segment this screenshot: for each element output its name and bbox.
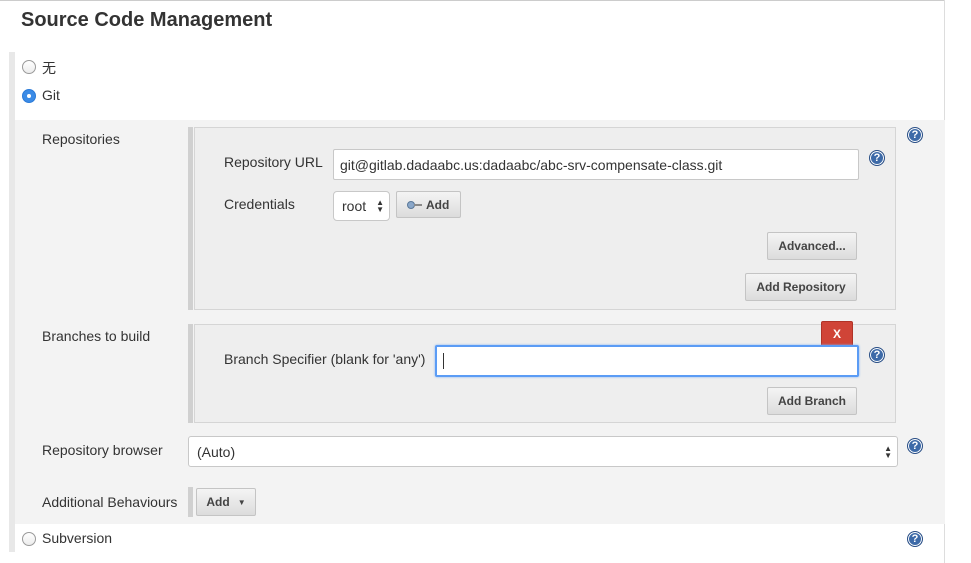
section-title: Source Code Management xyxy=(21,9,273,31)
select-arrows-icon: ▲ ▼ xyxy=(884,443,892,460)
chevron-down-icon: ▼ xyxy=(237,497,246,507)
scm-none-radio[interactable] xyxy=(22,60,36,74)
add-branch-button[interactable]: Add Branch xyxy=(767,387,857,415)
repository-url-input[interactable]: git@gitlab.dadaabc.us:dadaabc/abc-srv-co… xyxy=(333,149,859,180)
help-icon[interactable]: ? xyxy=(907,438,923,454)
scm-subversion-radio[interactable] xyxy=(22,532,36,546)
help-icon[interactable]: ? xyxy=(907,127,923,143)
help-icon[interactable]: ? xyxy=(869,150,885,166)
help-icon[interactable]: ? xyxy=(907,531,923,547)
add-repository-label: Add Repository xyxy=(756,280,846,294)
credentials-select-value: root xyxy=(342,198,367,214)
advanced-button[interactable]: Advanced... xyxy=(767,232,857,260)
behaviours-bar xyxy=(188,487,193,517)
key-icon xyxy=(407,200,422,209)
add-behaviour-label: Add xyxy=(206,495,230,509)
scm-git-radio[interactable] xyxy=(22,89,36,103)
delete-branch-label: X xyxy=(832,327,841,341)
repository-browser-label: Repository browser xyxy=(42,442,163,458)
delete-branch-button[interactable]: X xyxy=(821,321,853,347)
credentials-select[interactable]: root ▲ ▼ xyxy=(333,191,390,221)
repositories-label: Repositories xyxy=(42,131,120,147)
add-behaviour-button[interactable]: Add ▼ xyxy=(196,488,256,516)
branch-specifier-input[interactable] xyxy=(435,345,859,377)
scm-subversion-label[interactable]: Subversion xyxy=(42,530,112,546)
additional-behaviours-label: Additional Behaviours xyxy=(42,494,178,510)
add-credentials-label: Add xyxy=(426,197,450,212)
scm-none-label[interactable]: 无 xyxy=(42,58,56,78)
select-arrows-icon: ▲ ▼ xyxy=(376,198,384,214)
top-divider xyxy=(0,0,945,3)
credentials-label: Credentials xyxy=(224,196,295,212)
scm-git-label[interactable]: Git xyxy=(42,87,60,103)
text-caret xyxy=(443,353,444,369)
help-icon[interactable]: ? xyxy=(869,347,885,363)
add-repository-button[interactable]: Add Repository xyxy=(745,273,857,301)
repository-url-label: Repository URL xyxy=(224,154,323,170)
add-credentials-button[interactable]: Add xyxy=(396,191,461,218)
branches-box-bar xyxy=(188,324,193,423)
repositories-box-bar xyxy=(188,127,193,310)
repository-browser-select[interactable]: (Auto) ▲ ▼ xyxy=(188,436,898,467)
advanced-button-label: Advanced... xyxy=(778,239,846,253)
branch-specifier-label: Branch Specifier (blank for 'any') xyxy=(224,351,426,367)
add-branch-label: Add Branch xyxy=(777,394,846,408)
repository-browser-value: (Auto) xyxy=(197,443,236,460)
repository-url-value: git@gitlab.dadaabc.us:dadaabc/abc-srv-co… xyxy=(340,156,723,173)
branches-label: Branches to build xyxy=(42,328,151,344)
